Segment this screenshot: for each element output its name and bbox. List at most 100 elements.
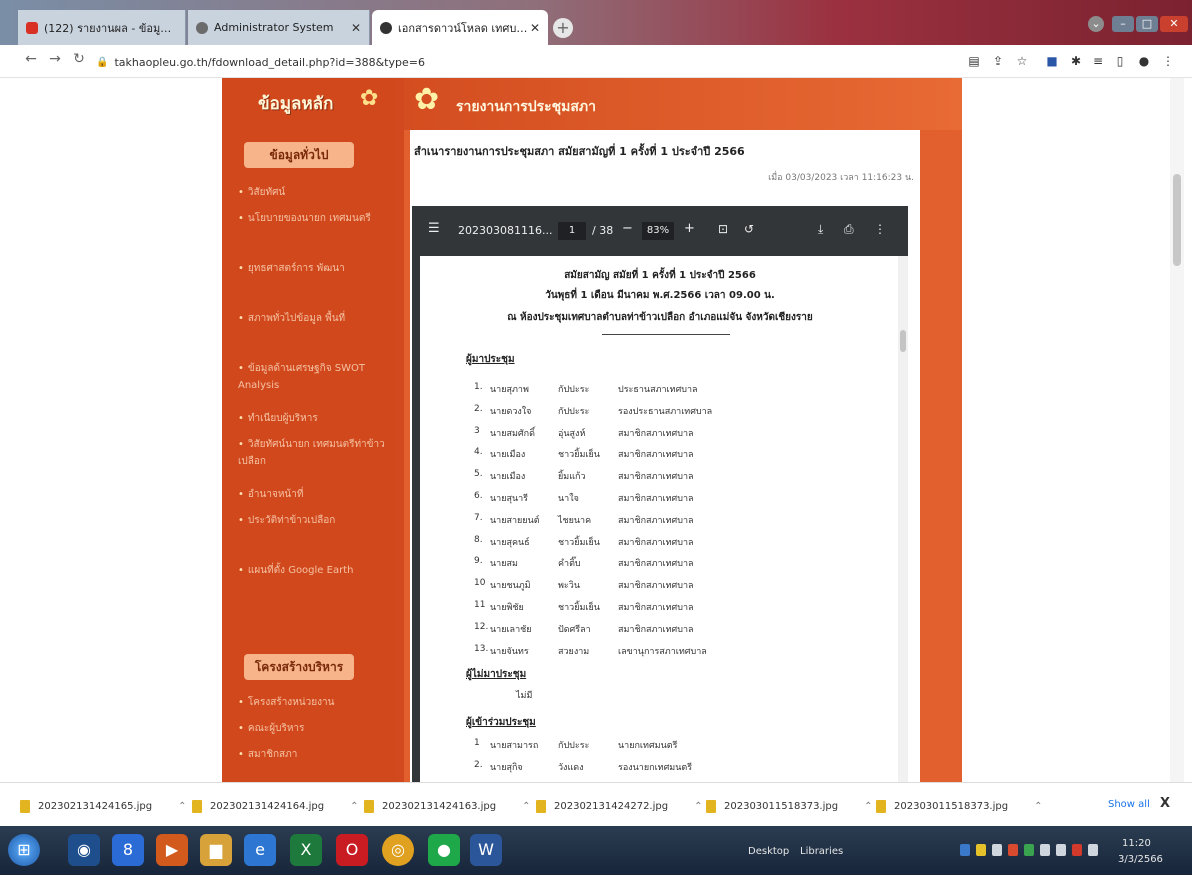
sidebar-item[interactable]: • ยุทธศาสตร์การ พัฒนา [238, 260, 386, 277]
start-button[interactable]: ⊞ [8, 834, 40, 866]
pdf-zoom-input[interactable]: 83% [642, 222, 674, 240]
window-close-button[interactable]: ✕ [1160, 16, 1188, 32]
download-item[interactable]: 202302131424164.jpg ⌃ [192, 797, 358, 815]
download-item[interactable]: 202302131424163.jpg ⌃ [364, 797, 530, 815]
row-first: นายสายยนต์ [490, 515, 540, 526]
libraries-toolbar[interactable]: Libraries [800, 846, 843, 857]
download-item[interactable]: 202303011518373.jpg ⌃ [876, 797, 1042, 815]
close-icon[interactable]: X [1160, 796, 1170, 811]
row-no: 10 [474, 578, 486, 589]
app-8-icon[interactable]: 8 [112, 834, 144, 866]
show-all-downloads[interactable]: Show all [1108, 799, 1150, 810]
bookmark-star-icon[interactable]: ☆ [1014, 53, 1030, 69]
tray-icon[interactable] [960, 844, 970, 856]
tray-icon[interactable] [1008, 844, 1018, 856]
sidebar-item[interactable]: • สมาชิกสภา [238, 746, 386, 763]
sidebar-item[interactable]: • โครงสร้างหน่วยงาน [238, 694, 386, 711]
chevron-up-icon[interactable]: ⌃ [350, 801, 358, 812]
sidebar-item[interactable]: • ประวัติท่าข้าวเปลือก [238, 512, 386, 529]
word-icon[interactable]: W [470, 834, 502, 866]
sidebar-section-general[interactable]: ข้อมูลทั่วไป [244, 142, 354, 168]
address-bar[interactable]: 🔒 takhaopleu.go.th/fdownload_detail.php?… [96, 51, 956, 73]
download-icon[interactable]: ⤓ [818, 222, 823, 237]
download-item[interactable]: 202303011518373.jpg ⌃ [706, 797, 872, 815]
chrome-icon[interactable]: ◎ [382, 834, 414, 866]
sidebar-section-structure[interactable]: โครงสร้างบริหาร [244, 654, 354, 680]
internet-explorer-icon[interactable]: e [244, 834, 276, 866]
sidebar-item[interactable]: • สภาพทั่วไปข้อมูล พื้นที่ [238, 310, 386, 327]
minimize-button[interactable]: – [1112, 16, 1134, 32]
forward-button[interactable]: → [46, 51, 64, 67]
pdf-scrollbar[interactable] [898, 256, 908, 782]
sidebar-item[interactable]: • แผนที่ตั้ง Google Earth [238, 562, 386, 579]
row-role: สมาชิกสภาเทศบาล [618, 624, 694, 635]
folder-icon[interactable]: ▆ [200, 834, 232, 866]
rotate-icon[interactable]: ↺ [744, 222, 754, 236]
clock-date[interactable]: 3/3/2566 [1118, 854, 1163, 865]
tray-icon[interactable] [976, 844, 986, 856]
pdf-heading: สมัยสามัญ สมัยที่ 1 ครั้งที่ 1 ประจำปี 2… [564, 270, 756, 281]
fit-page-icon[interactable]: ⊡ [718, 222, 728, 236]
side-panel-icon[interactable]: ▯ [1112, 53, 1128, 69]
browser-tab-1[interactable]: (122) รายงานผล - ข้อมูลการ [18, 10, 186, 45]
tray-icon[interactable] [1088, 844, 1098, 856]
excel-icon[interactable]: X [290, 834, 322, 866]
table-row: 1 นายสามารถ กัปปะระ นายกเทศมนตรี [474, 738, 894, 754]
line-icon[interactable]: ● [428, 834, 460, 866]
profile-icon[interactable]: ● [1136, 53, 1152, 69]
download-item[interactable]: 202302131424272.jpg ⌃ [536, 797, 702, 815]
reload-button[interactable]: ↻ [70, 51, 88, 67]
clock-time[interactable]: 11:20 [1122, 838, 1151, 849]
sidebar-item[interactable]: • ทำเนียบผู้บริหาร [238, 410, 386, 427]
maximize-button[interactable]: □ [1136, 16, 1158, 32]
sidebar-item[interactable]: • วิสัยทัศน์ [238, 184, 386, 201]
sidebar-item[interactable]: • นโยบายของนายก เทศมนตรี [238, 210, 386, 227]
row-last: คำติ๊บ [558, 559, 581, 570]
print-icon[interactable]: ⎙ [844, 222, 854, 237]
pdf-scroll-thumb[interactable] [900, 330, 906, 352]
page-scroll-thumb[interactable] [1173, 174, 1181, 266]
volume-icon[interactable] [1056, 844, 1066, 856]
media-player-icon[interactable]: ◉ [68, 834, 100, 866]
media-icon[interactable]: ▶ [156, 834, 188, 866]
desktop-toolbar[interactable]: Desktop [748, 846, 789, 857]
back-button[interactable]: ← [22, 51, 40, 67]
new-tab-button[interactable]: + [553, 18, 573, 38]
page-scrollbar[interactable] [1170, 78, 1184, 782]
extension-icon[interactable]: ■ [1044, 53, 1060, 69]
chevron-up-icon[interactable]: ⌃ [1034, 801, 1042, 812]
tray-icon[interactable] [1072, 844, 1082, 856]
row-first: นายเมือง [490, 450, 526, 461]
puzzle-icon[interactable]: ✱ [1068, 53, 1084, 69]
sidebar-item[interactable]: • อำนาจหน้าที่ [238, 486, 386, 503]
tray-icon[interactable] [992, 844, 1002, 856]
zoom-in-button[interactable]: + [684, 221, 695, 236]
close-icon[interactable]: ✕ [351, 21, 361, 35]
chevron-up-icon[interactable]: ⌃ [522, 801, 530, 812]
pdf-menu-icon[interactable]: ☰ [428, 221, 440, 236]
network-icon[interactable] [1040, 844, 1050, 856]
share-icon[interactable]: ⇪ [990, 53, 1006, 69]
browser-tab-2[interactable]: Administrator System ✕ [188, 10, 370, 45]
page-info-icon[interactable]: ▤ [966, 53, 982, 69]
close-icon[interactable]: ✕ [530, 21, 540, 35]
table-row: 12. นายเลาชัย ปัดศรีลา สมาชิกสภาเทศบาล [474, 622, 894, 638]
document-title: สำเนารายงานการประชุมสภา สมัยสามัญที่ 1 ค… [414, 145, 745, 158]
tab-search-icon[interactable]: ⌄ [1088, 16, 1104, 32]
sidebar-item[interactable]: • คณะผู้บริหาร [238, 720, 386, 737]
download-item[interactable]: 202302131424165.jpg ⌃ [20, 797, 186, 815]
zoom-out-button[interactable]: − [622, 221, 633, 236]
opera-icon[interactable]: O [336, 834, 368, 866]
menu-icon[interactable]: ⋮ [1160, 53, 1176, 69]
row-first: นายสม [490, 559, 518, 570]
sidebar-item[interactable]: • ข้อมูลด้านเศรษฐกิจ SWOT Analysis [238, 360, 386, 394]
sidebar-item[interactable]: • วิสัยทัศน์นายก เทศมนตรีท่าข้าวเปลือก [238, 436, 386, 470]
reading-list-icon[interactable]: ≡ [1090, 53, 1106, 69]
chevron-up-icon[interactable]: ⌃ [694, 801, 702, 812]
more-options-icon[interactable]: ⋮ [874, 222, 886, 236]
pdf-page-input[interactable]: 1 [558, 222, 586, 240]
chevron-up-icon[interactable]: ⌃ [864, 801, 872, 812]
tray-icon[interactable] [1024, 844, 1034, 856]
chevron-up-icon[interactable]: ⌃ [178, 801, 186, 812]
browser-tab-3[interactable]: เอกสารดาวน์โหลด เทศบาลตำบล ✕ [372, 10, 548, 45]
